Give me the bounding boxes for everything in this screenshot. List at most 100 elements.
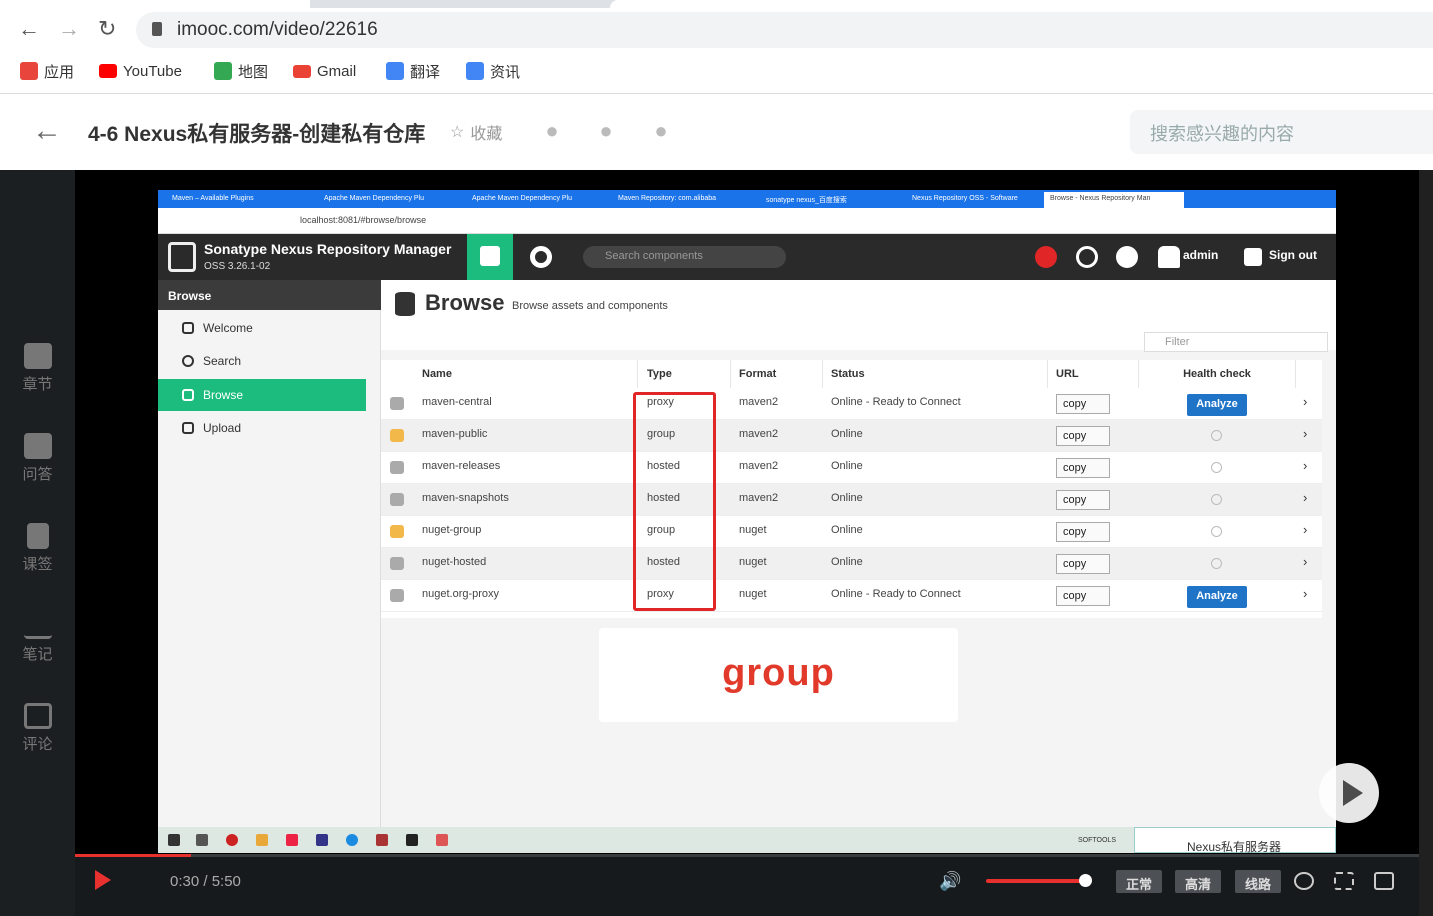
group-repo-icon (390, 429, 404, 442)
nexus-header: Sonatype Nexus Repository Manager OSS 3.… (158, 234, 1336, 280)
volume-icon[interactable]: 🔊 (939, 871, 961, 891)
bookmark-maps[interactable]: 地图 (214, 60, 268, 82)
inner-url: localhost:8081/#browse/browse (300, 215, 427, 225)
wechat-share-icon[interactable]: ● (538, 118, 566, 143)
nexus-search-input: Search components (583, 246, 786, 268)
back-arrow-icon[interactable]: ← (32, 114, 62, 148)
not-available-icon (1211, 430, 1222, 441)
highlight-annotation-box (633, 392, 716, 611)
cell-name: nuget-group (422, 524, 482, 536)
rail-comments[interactable]: 评论 (0, 703, 75, 754)
route-button[interactable]: 线路 (1235, 870, 1282, 893)
cell-status: Online (831, 428, 863, 440)
chevron-right-icon: › (1303, 394, 1308, 409)
inner-tab: Nexus Repository OSS - Software (912, 195, 1018, 202)
hosted-repo-icon (390, 493, 404, 506)
notes-icon (23, 613, 52, 639)
table-row: nuget-hosted hosted nuget Online copy › (381, 548, 1322, 580)
sidebar-item-upload: Upload (158, 412, 366, 444)
gmail-icon (293, 64, 311, 78)
caption-text: group (722, 652, 835, 694)
qq-share-icon[interactable]: ● (592, 118, 620, 143)
fullscreen-icon[interactable] (1334, 872, 1354, 890)
play-icon[interactable] (95, 870, 111, 890)
hosted-repo-icon (390, 461, 404, 474)
chevron-right-icon: › (1303, 554, 1308, 569)
weibo-share-icon[interactable]: ● (647, 118, 675, 143)
reload-icon[interactable]: ↻ (98, 16, 116, 42)
favorite-button[interactable]: ☆ 收藏 (450, 120, 502, 144)
repository-grid: Name Type Format Status URL Health check… (381, 360, 1322, 618)
cell-format: nuget (739, 524, 767, 536)
quality-hd-button[interactable]: 高清 (1175, 870, 1222, 893)
group-repo-icon (390, 525, 404, 538)
table-row: maven-public group maven2 Online copy › (381, 420, 1322, 452)
rail-bookmark[interactable]: 课签 (0, 523, 75, 574)
nexus-sign-out: Sign out (1269, 248, 1317, 262)
help-icon (1116, 246, 1138, 268)
bookmark-apps[interactable]: 应用 (20, 60, 74, 82)
nexus-browse-cube-icon (467, 234, 513, 280)
copy-url-button: copy (1056, 426, 1110, 446)
bookmark-gmail[interactable]: Gmail (293, 60, 356, 82)
column-header-format: Format (731, 360, 823, 388)
not-available-icon (1211, 558, 1222, 569)
cell-status: Online (831, 492, 863, 504)
back-icon[interactable]: ← (18, 16, 40, 42)
progress-bar[interactable] (75, 854, 1419, 857)
rail-chapters[interactable]: 章节 (0, 343, 75, 394)
bookmark-translate[interactable]: 翻译 (386, 60, 440, 82)
quality-normal-button[interactable]: 正常 (1116, 870, 1163, 893)
pip-icon[interactable] (1374, 872, 1394, 890)
bookmark-news[interactable]: 资讯 (466, 60, 520, 82)
copy-url-button: copy (1056, 394, 1110, 414)
sidebar-item-welcome: Welcome (158, 312, 366, 344)
inner-browser-tabs: Maven – Available Plugins Apache Maven D… (158, 190, 1336, 208)
copy-url-button: copy (1056, 554, 1110, 574)
volume-slider[interactable] (986, 879, 1086, 883)
cell-status: Online (831, 524, 863, 536)
inner-tab: Maven Repository: com.alibaba (618, 195, 717, 202)
cell-status: Online (831, 556, 863, 568)
table-row: maven-snapshots hosted maven2 Online copy › (381, 484, 1322, 516)
task-view-icon (196, 834, 208, 846)
volume-knob[interactable] (1079, 874, 1092, 887)
bookmark-icon (26, 523, 49, 549)
inner-tab-active: Browse - Nexus Repository Man (1044, 192, 1184, 208)
star-icon: ☆ (450, 124, 465, 141)
overlay-play-button[interactable] (1319, 763, 1379, 823)
chevron-right-icon: › (1303, 586, 1308, 601)
copy-url-button: copy (1056, 522, 1110, 542)
windows-taskbar: SOFTOOLS Nexus私有服务器 (158, 827, 1336, 853)
inner-tab: Maven – Available Plugins (172, 195, 254, 202)
not-available-icon (1211, 494, 1222, 505)
cell-format: nuget (739, 588, 767, 600)
app-icon (436, 834, 448, 846)
inner-address-bar: localhost:8081/#browse/browse (158, 208, 1336, 234)
column-header-type: Type (639, 360, 731, 388)
rail-qa[interactable]: 问答 (0, 433, 75, 484)
site-search-input[interactable]: 搜索感兴趣的内容 (1130, 110, 1433, 154)
forward-icon[interactable]: → (58, 16, 80, 42)
cell-status: Online - Ready to Connect (831, 396, 961, 408)
cell-name: maven-public (422, 428, 488, 440)
nexus-sidebar: Browse Welcome Search Browse Upload (158, 280, 381, 853)
refresh-icon (1076, 246, 1098, 268)
apps-grid-icon (20, 62, 38, 80)
url-text[interactable]: imooc.com/video/22616 (177, 19, 378, 41)
cell-format: maven2 (739, 492, 779, 504)
copy-url-button: copy (1056, 458, 1110, 478)
edge-icon (346, 834, 358, 846)
play-icon (1343, 780, 1363, 806)
chapters-icon (23, 343, 52, 369)
caption-box: group (599, 628, 958, 722)
rail-notes[interactable]: 笔记 (0, 613, 75, 664)
video-frame-screen: Maven – Available Plugins Apache Maven D… (158, 190, 1336, 853)
chevron-right-icon: › (1303, 522, 1308, 537)
cell-name: maven-snapshots (422, 492, 509, 504)
chevron-right-icon: › (1303, 490, 1308, 505)
app-icon (316, 834, 328, 846)
settings-gear-icon[interactable] (1294, 872, 1314, 890)
terminal-icon (406, 834, 418, 846)
bookmark-youtube[interactable]: YouTube (99, 60, 182, 82)
